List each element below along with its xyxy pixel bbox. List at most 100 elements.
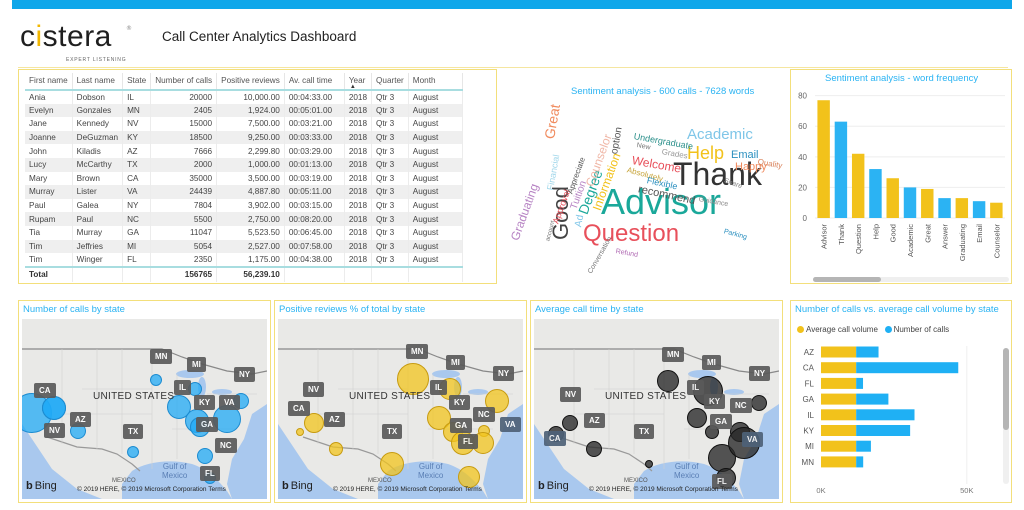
cell-year: 2018 [344,130,373,145]
bar-average-call-volume-il[interactable] [821,409,857,421]
table-row[interactable]: John Kiladis AZ 7666 2,299.80 00:03:29.00 2018… [25,144,463,158]
cell-state: CA [122,171,152,186]
bubble-ca[interactable] [296,428,304,436]
bar-average-call-volume-ky[interactable] [821,425,857,436]
map-title: Number of calls by state [23,304,125,315]
bubble-tx[interactable] [645,460,653,468]
bar-average-call-volume-az[interactable] [821,346,857,358]
bubble-mn[interactable] [150,374,162,386]
bar-help[interactable] [869,169,882,218]
column-header-month[interactable]: Month [408,73,463,90]
bar-average-call-volume-ga[interactable] [821,393,857,405]
column-header-year[interactable]: Year ▲ [344,73,373,90]
bing-attribution[interactable]: b Bing [538,480,569,492]
bar-average-call-volume-mi[interactable] [821,440,857,452]
bar-average-call-volume-ca[interactable] [821,362,857,374]
scrollbar-thumb[interactable] [813,277,881,282]
map-area[interactable]: MN MI NY NV IL KY NC AZ GA TX CA VA FL UNITED STATES G… [534,319,779,499]
column-header-last-name[interactable]: Last name [72,73,124,90]
column-header-positive-reviews[interactable]: Positive reviews [216,73,285,90]
bar-graduating[interactable] [955,198,969,218]
table-row[interactable]: Evelyn Gonzales MN 2405 1,924.00 00:05:01.00 2… [25,103,463,118]
column-header-av-call-time[interactable]: Av. call time [284,73,345,90]
table-row[interactable]: Murray Lister VA 24439 4,887.80 00:05:11.00 20… [25,185,463,199]
bubble-il[interactable] [687,408,707,428]
column-header-first-name[interactable]: First name [25,73,73,90]
column-header-number-of-calls[interactable]: Number of calls [150,73,218,90]
map-copyright[interactable]: © 2019 HERE, © 2019 Microsoft Corporatio… [77,486,226,493]
word-parking[interactable]: Parking [723,228,748,241]
bubble-nv[interactable] [562,415,578,431]
word-refund[interactable]: Refund [615,248,638,259]
bar-good[interactable] [886,178,899,218]
word-great[interactable]: Great [541,103,563,140]
map-area[interactable]: MN MI NY IL CA KY VA AZ NV GA TX NC FL UNITED STATES G… [22,319,267,499]
vertical-scrollbar[interactable] [1003,348,1009,484]
bar-advisor[interactable] [817,100,830,218]
bar-answer[interactable] [938,198,951,218]
bubble-fl[interactable] [458,466,480,488]
bubble-nc[interactable] [197,448,213,464]
cell-quarter: Qtr 3 [371,157,409,172]
gulf-label: Gulf of Mexico [162,462,187,481]
bing-attribution[interactable]: b Bing [282,480,313,492]
bubble-ny[interactable] [751,395,767,411]
bubble-nv[interactable] [42,396,66,420]
bar-email[interactable] [972,201,986,218]
table-row[interactable]: Tim Winger FL 2350 1,175.00 00:04:38.00 2018 Qt… [25,253,463,267]
bubble-tx[interactable] [380,452,404,476]
bar-average-call-volume-fl[interactable] [821,377,857,389]
table-row[interactable]: Ania Dobson IL 20000 10,000.00 00:04:33.00 201… [25,90,463,104]
bubble-mn[interactable] [657,370,679,392]
map-copyright[interactable]: © 2019 HERE, © 2019 Microsoft Corporatio… [589,486,738,493]
table-row[interactable]: Rupam Paul NC 5500 2,750.00 00:08:20.00 2018 Qt… [25,212,463,226]
bubble-nv[interactable] [304,413,324,433]
word-question[interactable]: Question [583,222,679,246]
map-area[interactable]: MN MI NY NV IL CA KY AZ NC VA GA TX FL UNITED STATES G… [278,319,523,499]
table-row[interactable]: Jane Kennedy NV 15000 7,500.00 00:03:21.00 201… [25,117,463,131]
table-row[interactable]: Tim Jeffries MI 5054 2,527.00 00:07:58.00 2018… [25,239,463,254]
cell-number-of-calls: 2405 [150,103,218,118]
bubble-az[interactable] [329,442,343,456]
bar-number-of-calls-fl[interactable] [856,377,864,389]
cell-positive-reviews: 1,924.00 [216,103,285,118]
column-header-state[interactable]: State [122,73,152,90]
state-label-nc: NC [215,438,237,453]
bar-number-of-calls-mi[interactable] [856,440,871,452]
bing-logo-icon: b [538,480,545,492]
state-label-il: IL [174,380,192,395]
table-row[interactable]: Joanne DeGuzman KY 18500 9,250.00 00:03:33.00… [25,130,463,145]
bar-question[interactable] [851,153,865,218]
table-row[interactable]: Paul Galea NY 7804 3,902.00 00:03:15.00 2018 Qt… [25,198,463,213]
state-label-nv: NV [560,387,582,402]
bar-number-of-calls-mn[interactable] [856,456,864,468]
bar-counselor[interactable] [990,202,1003,218]
column-header-quarter[interactable]: Quarter [371,73,409,90]
table-row[interactable]: Lucy McCarthy TX 2000 1,000.00 00:01:13.00 201… [25,157,463,172]
bar-academic[interactable] [903,187,917,218]
scrollbar-thumb[interactable] [1003,348,1009,430]
word-option[interactable]: option [609,126,625,155]
bar-average-call-volume-mn[interactable] [821,456,857,468]
bubble-tx[interactable] [127,446,139,458]
bar-great[interactable] [921,188,934,218]
bar-number-of-calls-ga[interactable] [856,393,889,405]
table-row[interactable]: Mary Brown CA 35000 3,500.00 00:03:19.00 2018 Q… [25,171,463,186]
bubble-az[interactable] [586,441,602,457]
map-copyright[interactable]: © 2019 HERE, © 2019 Microsoft Corporatio… [333,486,482,493]
bing-attribution[interactable]: b Bing [26,480,57,492]
bar-number-of-calls-ca[interactable] [856,362,959,374]
cell-av-call-time: 00:06:45.00 [284,225,345,240]
cell-month: August [408,225,463,240]
word-email[interactable]: Email [731,150,759,161]
cell-quarter: Qtr 3 [371,198,409,213]
word-ad[interactable]: Ad [573,214,586,228]
word-graduating[interactable]: Graduating [508,182,541,243]
bar-number-of-calls-il[interactable] [856,409,915,421]
word-academic[interactable]: Academic [687,127,753,142]
bar-number-of-calls-ky[interactable] [856,425,911,436]
table-row[interactable]: Tia Murray GA 11047 5,523.50 00:06:45.00 2018 Q… [25,225,463,240]
bar-number-of-calls-az[interactable] [856,346,879,358]
bar-thank[interactable] [834,121,848,218]
word-new[interactable]: New [636,142,651,151]
